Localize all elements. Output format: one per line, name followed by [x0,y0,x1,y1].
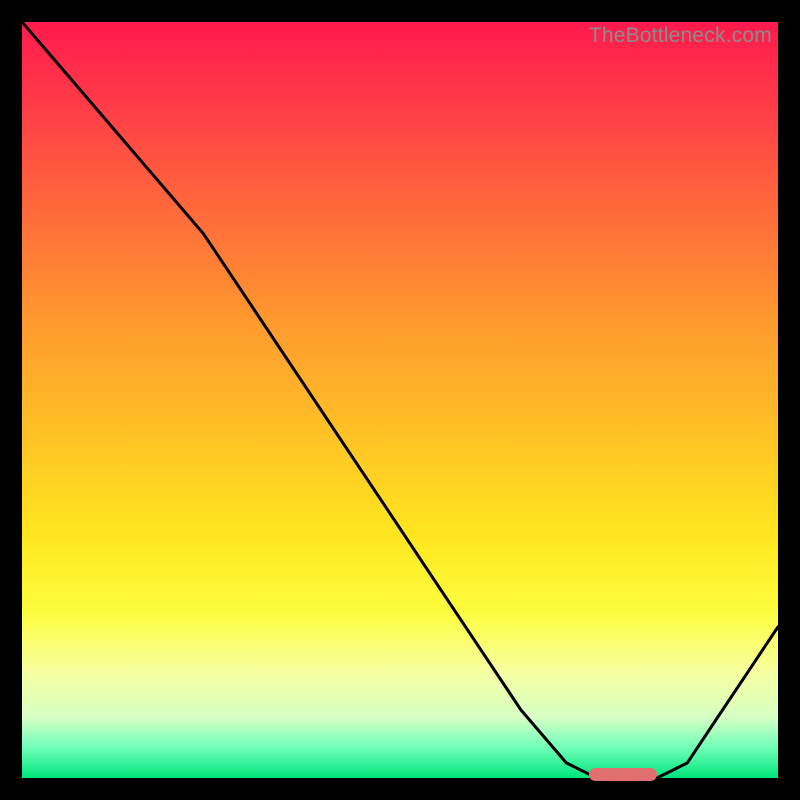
bottleneck-curve [22,22,778,778]
minimum-marker [589,768,657,781]
plot-area: TheBottleneck.com [22,22,778,778]
chart-frame: TheBottleneck.com [0,0,800,800]
